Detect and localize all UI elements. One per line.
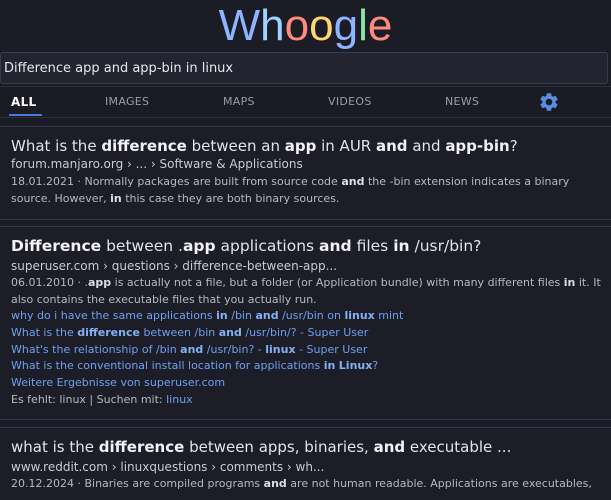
result-url: superuser.com › questions › difference-b… [11,259,338,273]
search-with-link[interactable]: linux [166,393,193,406]
logo-letter: l [358,1,368,50]
whoogle-logo[interactable]: Whoogle [0,0,611,50]
logo-letter: W [218,1,261,50]
tab-maps[interactable]: MAPS [223,87,255,117]
search-input[interactable] [1,53,607,83]
result-url: forum.manjaro.org › ... › Software & App… [11,157,303,171]
result-title[interactable]: what is the difference between apps, bin… [11,438,511,456]
sublink[interactable]: What is the conventional install locatio… [11,359,378,372]
logo-letter: h [260,1,285,50]
tab-news[interactable]: NEWS [445,87,479,117]
tab-all[interactable]: ALL [8,87,44,117]
result-snippet: 20.12.2024 · Binaries are compiled progr… [11,477,592,490]
search-result: what is the difference between apps, bin… [0,427,611,500]
missing-terms: Es fehlt: linux | Suchen mit: linux [11,393,193,406]
logo-letter: e [367,1,393,50]
result-snippet: 06.01.2010 · .app is actually not a file… [11,276,601,306]
sublink[interactable]: What is the difference between /bin and … [11,326,368,339]
search-tabs: ALL IMAGES MAPS VIDEOS NEWS [0,86,611,118]
sublink[interactable]: What's the relationship of /bin and /usr… [11,343,367,356]
sublink[interactable]: why do i have the same applications in /… [11,309,403,322]
more-results-link[interactable]: Weitere Ergebnisse von superuser.com [11,376,225,389]
logo-letter: o [309,1,334,50]
search-bar[interactable] [0,52,608,84]
result-title[interactable]: Difference between .app applications and… [11,237,481,255]
result-title[interactable]: What is the difference between an app in… [11,137,518,155]
result-snippet: 18.01.2021 · Normally packages are built… [11,175,570,205]
logo-letter: o [284,1,310,50]
search-result: What is the difference between an app in… [0,126,611,220]
logo-letter: g [333,1,359,50]
tab-videos[interactable]: VIDEOS [328,87,372,117]
tab-images[interactable]: IMAGES [105,87,149,117]
gear-icon[interactable] [538,90,560,114]
result-url: www.reddit.com › linuxquestions › commen… [11,460,325,474]
search-result: Difference between .app applications and… [0,226,611,420]
